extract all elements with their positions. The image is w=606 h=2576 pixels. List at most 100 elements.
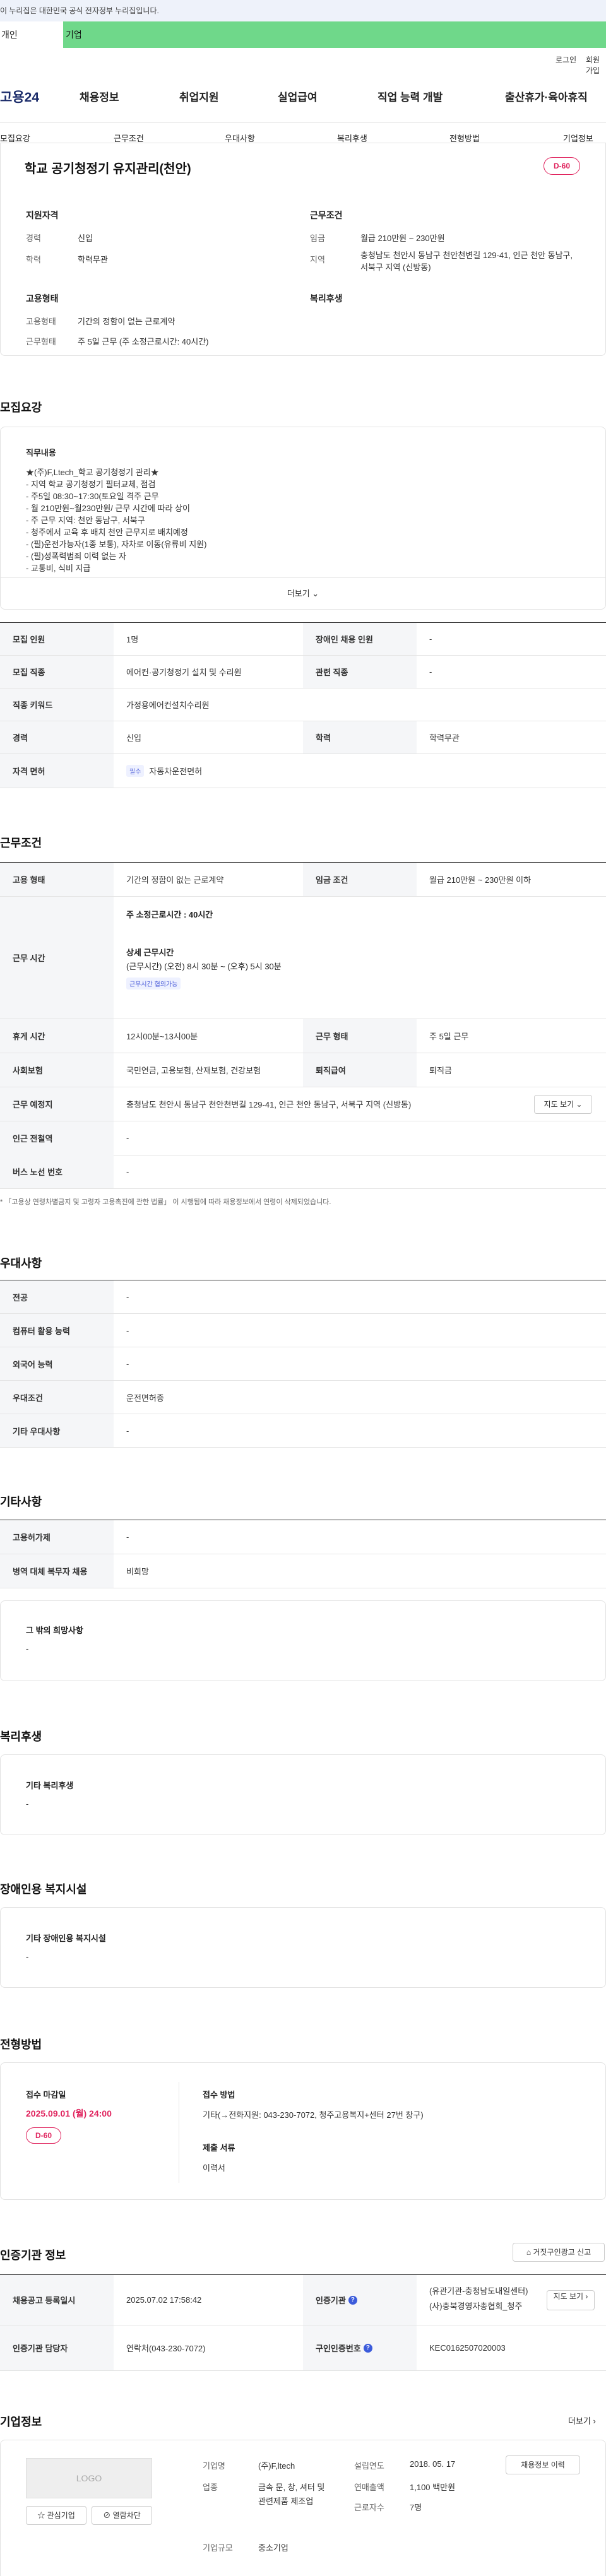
row-value: - <box>126 1133 129 1143</box>
info-icon[interactable]: ? <box>363 2343 372 2353</box>
table-row: 모집 인원 1명 장애인 채용 인원 - <box>0 623 606 656</box>
form-label: 근무형태 <box>26 337 56 346</box>
career-value: 신입 <box>78 233 93 243</box>
site-logo[interactable]: 고용24 <box>0 87 39 106</box>
block-button[interactable]: ⊘ 열람차단 <box>92 2506 152 2525</box>
wish-value: - <box>26 1644 29 1653</box>
row-value: 국민연금, 고용보험, 산재보험, 건강보험 <box>126 1066 261 1075</box>
gov-banner-text: 이 누리집은 대한민국 공식 전자정부 누리집입니다. <box>0 6 159 15</box>
emp-heading: 고용형태 <box>26 293 59 304</box>
gnb-unemployment-benefit[interactable]: 실업급여 <box>278 88 318 104</box>
select-card: 접수 마감일 2025.09.01 (월) 24:00 D-60 접수 방법 기… <box>0 2062 606 2200</box>
row-value: 주 5일 근무 <box>429 1032 469 1041</box>
edu-label: 학력 <box>26 255 41 264</box>
company-ind-value: 금속 문, 창, 셔터 및 관련제품 제조업 <box>258 2483 325 2506</box>
row-value: KEC0162507020003 <box>429 2343 506 2353</box>
row-key: 외국어 능력 <box>0 1347 114 1380</box>
disab-value: - <box>26 1952 29 1961</box>
time-negotiable-chip: 근무시간 협의가능 <box>126 978 181 990</box>
row-value: 2025.07.02 17:58:42 <box>126 2295 202 2305</box>
auth-map-button[interactable]: 지도 보기 › <box>547 2290 595 2310</box>
row-key: 근무 예정지 <box>0 1087 114 1121</box>
company-card: LOGO ☆ 관심기업 ⊘ 열람차단 기업명 (주)F,ltech 업종 금속 … <box>0 2440 606 2576</box>
row-key: 컴퓨터 활용 능력 <box>0 1314 114 1347</box>
deadline-dday: D-60 <box>26 2127 61 2144</box>
row-value: 퇴직금 <box>429 1066 452 1075</box>
tab-personal[interactable]: 개인 <box>0 21 63 48</box>
welfare-value: - <box>26 1799 29 1809</box>
more-button[interactable]: 더보기 ⌄ <box>1 577 605 609</box>
work-table-tail: 버스 노선 번호 - <box>0 1155 606 1189</box>
table-row: 우대조건 운전면허증 <box>0 1381 606 1414</box>
company-year-value: 2018. 05. 17 <box>410 2459 456 2469</box>
row-key: 버스 노선 번호 <box>0 1155 114 1188</box>
row-value: 자동차운전면허 <box>149 767 203 776</box>
row-key: 근무 형태 <box>303 1019 417 1053</box>
company-name-label: 기업명 <box>203 2461 225 2471</box>
job-desc-text: ★(주)F,Ltech_학교 공기청정기 관리★ - 지역 학교 공기청정기 필… <box>26 468 207 573</box>
org-value-line: (사)충북경영자총협회_청주 <box>429 2301 523 2311</box>
gnb-parental-leave[interactable]: 출산휴가·육아휴직 <box>505 88 588 104</box>
gnb-job-training[interactable]: 직업 능력 개발 <box>377 88 443 104</box>
company-size-value: 중소기업 <box>258 2543 288 2553</box>
type-value: 기간의 정함이 없는 근로계약 <box>78 317 175 326</box>
chevron-down-icon: ⌄ <box>576 1100 583 1109</box>
row-key: 관련 직종 <box>303 656 417 688</box>
tab-company[interactable]: 기업 <box>63 21 606 48</box>
deadline-value: 2025.09.01 (월) 24:00 <box>26 2108 112 2118</box>
summary-card: 학교 공기청정기 유지관리(천안) D-60 지원자격 경력 신입 학력 학력무… <box>0 143 606 356</box>
row-key: 구인인증번호 <box>316 2344 361 2353</box>
cond-heading: 근무조건 <box>310 210 343 220</box>
info-icon[interactable]: ? <box>348 2295 357 2305</box>
recruit-heading: 모집요강 <box>0 401 42 414</box>
row-key: 우대조건 <box>0 1381 114 1414</box>
required-chip: 필수 <box>126 765 145 777</box>
gnb-employment-support[interactable]: 취업지원 <box>179 88 219 104</box>
row-key: 임금 조건 <box>303 863 417 896</box>
login-link[interactable]: 로그인 <box>556 54 576 65</box>
company-more-link[interactable]: 더보기 › <box>568 2414 596 2426</box>
table-row: 버스 노선 번호 - <box>0 1155 606 1189</box>
row-value: - <box>126 1359 129 1369</box>
auth-heading: 인증기관 정보 <box>0 2249 66 2262</box>
gnb-jobs[interactable]: 채용정보 <box>80 88 119 104</box>
table-row: 병역 대체 복무자 채용 비희망 <box>0 1554 606 1588</box>
time-detail-title: 상세 근무시간 <box>126 948 174 957</box>
org-value: (유관기관-충청남도내일센터) (사)충북경영자총협회_청주 <box>429 2284 528 2314</box>
row-value: - <box>126 1167 129 1176</box>
fav-button[interactable]: ☆ 관심기업 <box>26 2506 86 2525</box>
etc-table: 고용허가제 - 병역 대체 복무자 채용 비희망 <box>0 1520 606 1588</box>
deadline-title: 접수 마감일 <box>26 2090 66 2100</box>
signup-link[interactable]: 회원가입 <box>586 54 606 76</box>
row-key: 경력 <box>0 721 114 753</box>
welfare-section-heading: 복리후생 <box>0 1730 42 1743</box>
company-year-label: 설립연도 <box>354 2461 384 2471</box>
row-key: 전공 <box>0 1280 114 1313</box>
company-emp-label: 근로자수 <box>354 2503 384 2512</box>
chevron-right-icon: › <box>585 2292 588 2301</box>
table-row: 휴게 시간 12시00분~13시00분 근무 형태 주 5일 근무 <box>0 1019 606 1053</box>
edu-value: 학력무관 <box>78 255 108 264</box>
fav-label: 관심기업 <box>47 2511 75 2520</box>
work-heading: 근무조건 <box>0 837 42 849</box>
row-value: 12시00분~13시00분 <box>126 1032 198 1041</box>
welfare-card: 기타 복리후생 - <box>0 1754 606 1835</box>
hiring-history-button[interactable]: 채용정보 이력 <box>506 2455 580 2474</box>
company-ind-label: 업종 <box>203 2483 218 2492</box>
recruit-table: 모집 인원 1명 장애인 채용 인원 - 모집 직종 에어컨·공기청정기 설치 … <box>0 622 606 788</box>
row-key: 모집 직종 <box>0 656 114 688</box>
doc-value: 이력서 <box>203 2163 225 2173</box>
row-key: 기타 우대사항 <box>0 1414 114 1447</box>
table-row: 인근 전철역 - <box>0 1121 606 1155</box>
table-row: 기타 우대사항 - <box>0 1414 606 1448</box>
report-button[interactable]: ⌂ 거짓구인광고 신고 <box>513 2243 605 2262</box>
report-button-label: 거짓구인광고 신고 <box>533 2248 591 2257</box>
chevron-down-icon: ⌄ <box>312 589 319 598</box>
map-button[interactable]: 지도 보기 ⌄ <box>534 1095 592 1114</box>
chevron-right-icon: › <box>593 2416 596 2426</box>
welfare-title: 기타 복리후생 <box>26 1781 74 1790</box>
row-value: 1명 <box>126 635 139 644</box>
wage-label: 임금 <box>310 233 325 243</box>
row-value: 운전면허증 <box>126 1393 164 1403</box>
row-value: 에어컨·공기청정기 설치 및 수리원 <box>126 668 242 677</box>
